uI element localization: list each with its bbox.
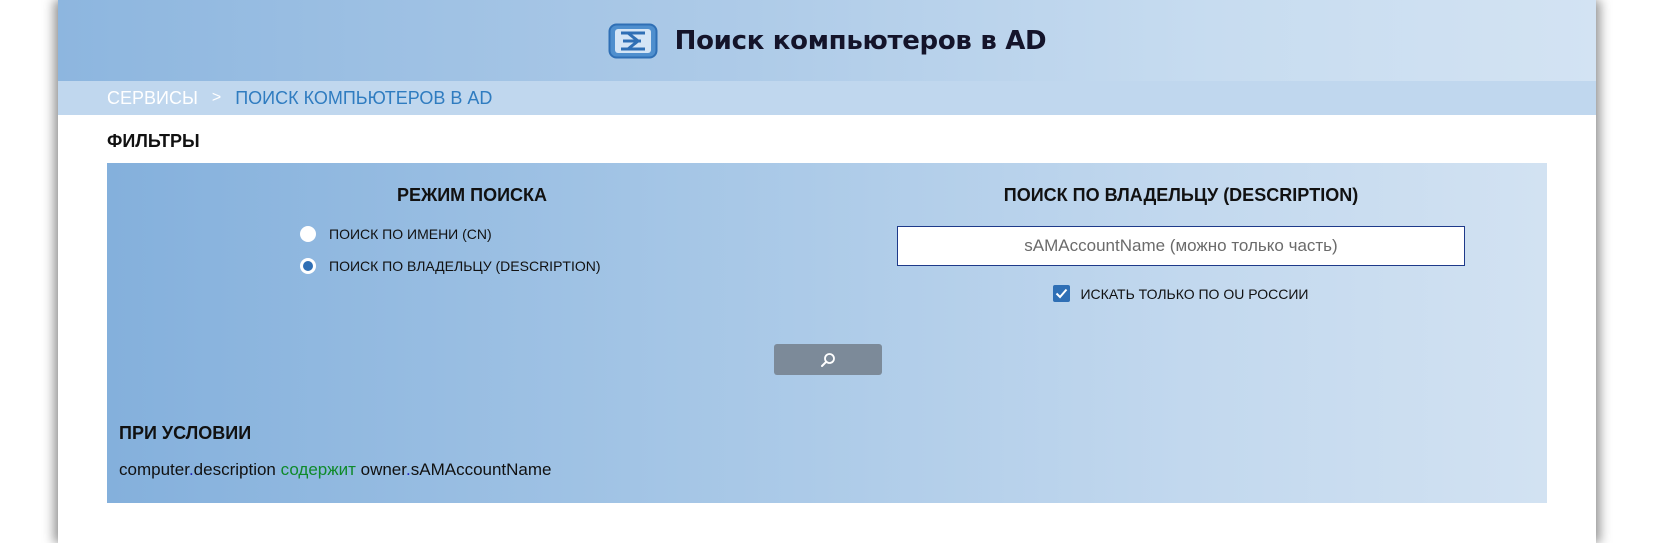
radio-search-by-owner[interactable]: ПОИСК ПО ВЛАДЕЛЬЦУ (DESCRIPTION) (300, 250, 637, 282)
checkmark-icon (1056, 288, 1068, 299)
radio-button[interactable] (300, 226, 316, 242)
radio-search-by-name[interactable]: ПОИСК ПО ИМЕНИ (CN) (300, 218, 637, 250)
breadcrumb-separator: > (211, 89, 222, 106)
owner-search-input[interactable] (897, 226, 1465, 266)
header: Поиск компьютеров в AD (58, 0, 1596, 81)
header-inner: Поиск компьютеров в AD (58, 18, 1596, 64)
condition-expression: computer.description содержит owner.sAMA… (119, 460, 552, 480)
checkbox-label: ИСКАТЬ ТОЛЬКО ПО OU РОССИИ (1080, 285, 1309, 302)
condition-left-field: description (193, 460, 276, 479)
search-mode-options: ПОИСК ПО ИМЕНИ (CN) ПОИСК ПО ВЛАДЕЛЬЦУ (… (300, 218, 637, 282)
radio-label: ПОИСК ПО ИМЕНИ (CN) (329, 226, 492, 242)
condition-right-object: owner (360, 460, 406, 479)
condition-left-object: computer (119, 460, 189, 479)
search-button[interactable] (774, 344, 882, 375)
radio-button-selected[interactable] (300, 258, 316, 274)
condition-heading: ПРИ УСЛОВИИ (119, 423, 252, 443)
page: Поиск компьютеров в AD СЕРВИСЫ > ПОИСК К… (58, 0, 1596, 543)
condition-right-field: sAMAccountName (410, 460, 552, 479)
breadcrumb: СЕРВИСЫ > ПОИСК КОМПЬЮТЕРОВ В AD (58, 81, 1596, 115)
owner-search-title: ПОИСК ПО ВЛАДЕЛЬЦУ (DESCRIPTION) (1003, 185, 1359, 205)
app-logo-icon (608, 23, 658, 59)
owner-search-group: ПОИСК ПО ВЛАДЕЛЬЦУ (DESCRIPTION) ИСКАТЬ … (897, 185, 1465, 302)
radio-label: ПОИСК ПО ВЛАДЕЛЬЦУ (DESCRIPTION) (329, 258, 601, 274)
breadcrumb-services-link[interactable]: СЕРВИСЫ (107, 88, 198, 109)
condition-operator: содержит (280, 460, 356, 479)
breadcrumb-current: ПОИСК КОМПЬЮТЕРОВ В AD (235, 87, 493, 108)
search-mode-group: РЕЖИМ ПОИСКА ПОИСК ПО ИМЕНИ (CN) ПОИСК П… (300, 185, 637, 282)
checkbox-checked[interactable] (1053, 285, 1071, 302)
filters-panel: РЕЖИМ ПОИСКА ПОИСК ПО ИМЕНИ (CN) ПОИСК П… (107, 163, 1547, 503)
search-mode-title: РЕЖИМ ПОИСКА (396, 185, 548, 205)
search-icon (821, 352, 835, 367)
russia-only-checkbox-row[interactable]: ИСКАТЬ ТОЛЬКО ПО OU РОССИИ (897, 285, 1465, 302)
page-title: Поиск компьютеров в AD (674, 26, 1047, 56)
filters-heading: ФИЛЬТРЫ (107, 131, 200, 151)
